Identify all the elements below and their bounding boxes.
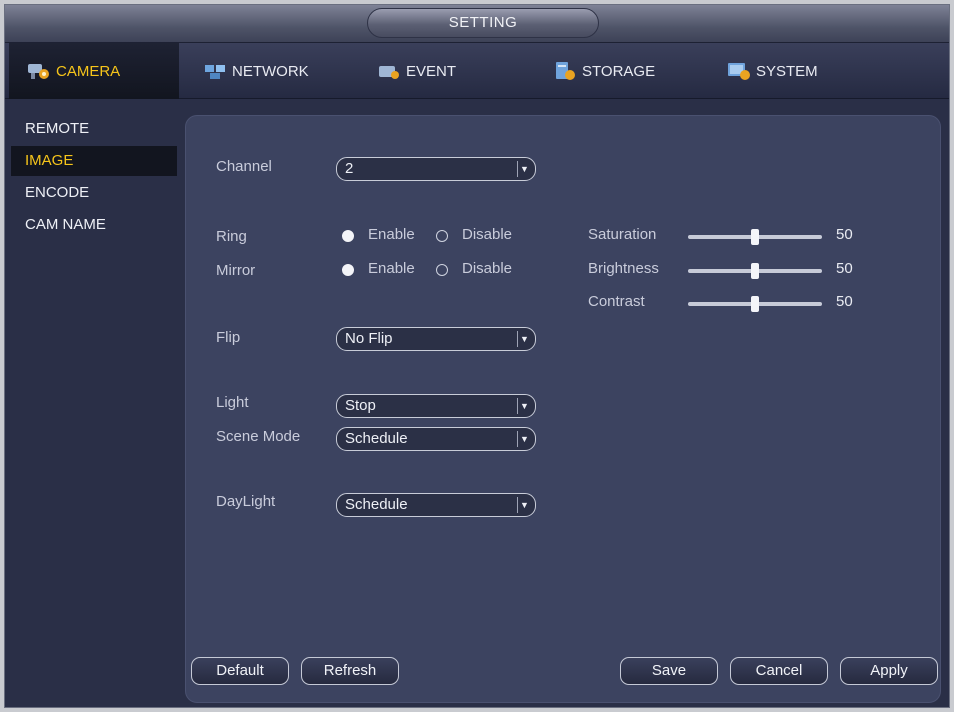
mirror-disable-radio[interactable] bbox=[436, 264, 448, 276]
mirror-enable-radio[interactable] bbox=[342, 264, 354, 276]
camera-icon bbox=[27, 61, 51, 81]
light-label: Light bbox=[216, 394, 249, 411]
sidebar-item-image[interactable]: IMAGE bbox=[11, 146, 177, 176]
system-icon bbox=[727, 61, 751, 81]
contrast-label: Contrast bbox=[588, 293, 645, 310]
ring-disable-radio[interactable] bbox=[436, 230, 448, 242]
image-settings-panel: Channel 2 ▼ Ring Enable Disable Mirror E… bbox=[185, 115, 941, 703]
channel-value: 2 bbox=[345, 160, 354, 177]
flip-select[interactable]: No Flip ▼ bbox=[336, 327, 536, 351]
settings-window: SETTING CAMERA NETWORK EVENT STORAGE SYS… bbox=[4, 4, 950, 708]
chevron-down-icon: ▼ bbox=[517, 331, 531, 347]
tab-storage[interactable]: STORAGE bbox=[553, 43, 683, 99]
ring-enable-label: Enable bbox=[368, 226, 415, 243]
light-select[interactable]: Stop ▼ bbox=[336, 394, 536, 418]
brightness-slider[interactable] bbox=[688, 263, 822, 279]
title-bar: SETTING bbox=[5, 5, 949, 43]
event-icon bbox=[377, 61, 401, 81]
network-icon bbox=[203, 61, 227, 81]
sidebar-item-remote[interactable]: REMOTE bbox=[11, 114, 177, 144]
apply-button[interactable]: Apply bbox=[840, 657, 938, 685]
brightness-slider-thumb[interactable] bbox=[751, 263, 759, 279]
sidebar-item-cam-name[interactable]: CAM NAME bbox=[11, 210, 177, 240]
channel-select[interactable]: 2 ▼ bbox=[336, 157, 536, 181]
contrast-slider[interactable] bbox=[688, 296, 822, 312]
daylight-select[interactable]: Schedule ▼ bbox=[336, 493, 536, 517]
chevron-down-icon: ▼ bbox=[517, 497, 531, 513]
saturation-slider-thumb[interactable] bbox=[751, 229, 759, 245]
chevron-down-icon: ▼ bbox=[517, 431, 531, 447]
tab-event[interactable]: EVENT bbox=[377, 43, 497, 99]
mirror-label: Mirror bbox=[216, 262, 256, 279]
brightness-value: 50 bbox=[836, 260, 853, 277]
main-tab-bar: CAMERA NETWORK EVENT STORAGE SYSTEM bbox=[5, 43, 949, 99]
tab-system[interactable]: SYSTEM bbox=[727, 43, 857, 99]
daylight-label: DayLight bbox=[216, 493, 276, 510]
cancel-button[interactable]: Cancel bbox=[730, 657, 828, 685]
refresh-button[interactable]: Refresh bbox=[301, 657, 399, 685]
mirror-disable-label: Disable bbox=[462, 260, 513, 277]
tab-network[interactable]: NETWORK bbox=[203, 43, 333, 99]
tab-camera[interactable]: CAMERA bbox=[9, 43, 179, 99]
saturation-value: 50 bbox=[836, 226, 853, 243]
flip-label: Flip bbox=[216, 329, 241, 346]
scene-mode-value: Schedule bbox=[345, 430, 408, 447]
brightness-label: Brightness bbox=[588, 260, 659, 277]
window-title: SETTING bbox=[367, 8, 599, 38]
storage-icon bbox=[553, 61, 577, 81]
ring-label: Ring bbox=[216, 228, 247, 245]
saturation-label: Saturation bbox=[588, 226, 657, 243]
contrast-slider-thumb[interactable] bbox=[751, 296, 759, 312]
save-button[interactable]: Save bbox=[620, 657, 718, 685]
ring-enable-radio[interactable] bbox=[342, 230, 354, 242]
scene-mode-select[interactable]: Schedule ▼ bbox=[336, 427, 536, 451]
daylight-value: Schedule bbox=[345, 496, 408, 513]
chevron-down-icon: ▼ bbox=[517, 398, 531, 414]
ring-disable-label: Disable bbox=[462, 226, 513, 243]
contrast-value: 50 bbox=[836, 293, 853, 310]
mirror-enable-label: Enable bbox=[368, 260, 415, 277]
scene-mode-label: Scene Mode bbox=[216, 428, 301, 445]
light-value: Stop bbox=[345, 397, 376, 414]
channel-label: Channel bbox=[216, 158, 272, 175]
sidebar: REMOTE IMAGE ENCODE CAM NAME bbox=[5, 100, 185, 709]
default-button[interactable]: Default bbox=[191, 657, 289, 685]
sidebar-item-encode[interactable]: ENCODE bbox=[11, 178, 177, 208]
flip-value: No Flip bbox=[345, 330, 393, 347]
saturation-slider[interactable] bbox=[688, 229, 822, 245]
chevron-down-icon: ▼ bbox=[517, 161, 531, 177]
